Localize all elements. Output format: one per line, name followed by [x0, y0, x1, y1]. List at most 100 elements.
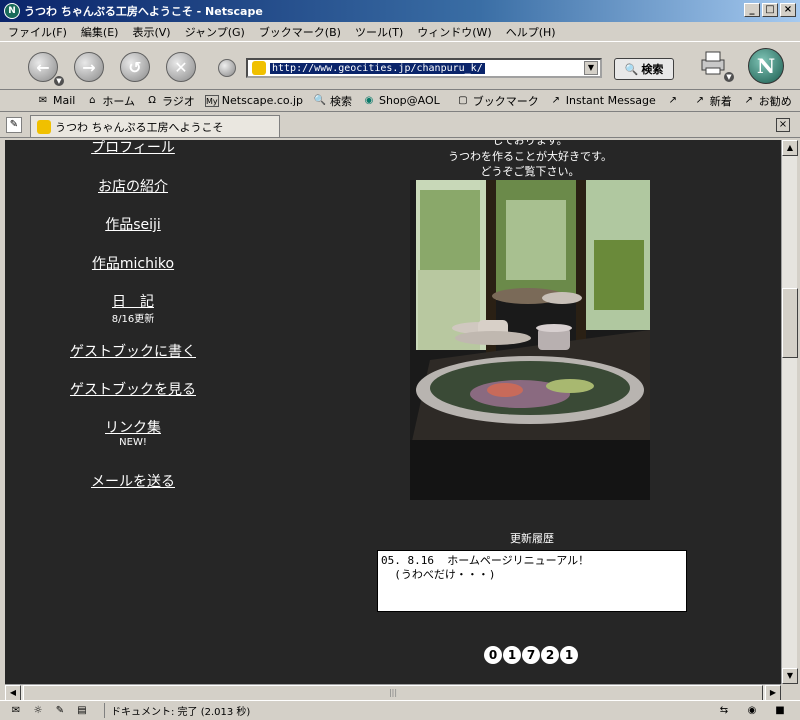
vertical-scrollbar[interactable]: ▲ ▼ — [781, 140, 798, 684]
link-icon: ↗ — [744, 94, 753, 106]
scroll-down-icon[interactable]: ▼ — [782, 668, 798, 684]
menu-edit[interactable]: 編集(E) — [81, 24, 119, 40]
bookmark-instant-message[interactable]: ↗ Instant Message — [549, 94, 656, 107]
nav-link-profile[interactable]: プロフィール — [5, 140, 261, 157]
bookmark-link[interactable]: ↗ — [666, 95, 683, 107]
status-bar: ✉ ☼ ✎ ▤ ドキュメント: 完了 (2.013 秒) ⇆ ◉ ■ — [0, 700, 800, 720]
menu-bookmarks[interactable]: ブックマーク(B) — [259, 24, 341, 40]
scroll-right-icon[interactable]: ▶ — [765, 685, 781, 701]
netscape-logo[interactable]: N — [748, 48, 784, 84]
menu-bar: ファイル(F) 編集(E) 表示(V) ジャンプ(G) ブックマーク(B) ツー… — [0, 22, 800, 42]
menu-window[interactable]: ウィンドウ(W) — [417, 24, 491, 40]
title-bar: N うつわ ちゃんぷる工房へようこそ - Netscape _ □ × — [0, 0, 800, 22]
counter-digit: 7 — [522, 646, 540, 664]
horizontal-scroll-thumb[interactable]: ||| — [23, 685, 763, 701]
url-dropdown-icon[interactable] — [218, 59, 236, 77]
url-text: http://www.geocities.jp/chanpuru_k/ — [270, 62, 485, 74]
horizontal-scrollbar[interactable]: ◀ ||| ▶ — [5, 684, 781, 701]
menu-file[interactable]: ファイル(F) — [8, 24, 67, 40]
visitor-counter: 0 1 7 2 1 — [484, 646, 578, 664]
link-icon: ↗ — [668, 94, 677, 106]
bookmark-search[interactable]: 🔍 検索 — [313, 93, 352, 109]
counter-digit: 2 — [541, 646, 559, 664]
close-tab-button[interactable]: × — [776, 118, 790, 132]
site-icon — [252, 61, 266, 75]
personal-toolbar: ✉ Mail ⌂ ホーム Ω ラジオ My Netscape.co.jp 🔍 検索 ◉ Sh… — [0, 90, 800, 112]
tab-title: うつわ ちゃんぷる工房へようこそ — [55, 120, 224, 134]
minimize-button[interactable]: _ — [744, 3, 760, 17]
url-history-dropdown[interactable]: ▼ — [584, 61, 598, 75]
new-tab-icon[interactable]: ✎ — [6, 117, 22, 133]
connection-icon: ⇆ — [719, 705, 729, 716]
mail-icon: ✉ — [38, 94, 48, 106]
bookmark-radio[interactable]: Ω ラジオ — [145, 93, 195, 109]
nav-link-guestbook-view[interactable]: ゲストブックを見る — [5, 379, 261, 399]
menu-help[interactable]: ヘルプ(H) — [506, 24, 556, 40]
nav-link-works-michiko[interactable]: 作品michiko — [5, 253, 261, 273]
page-content: プロフィール お店の紹介 作品seiji 作品michiko 日 記 8/16更… — [5, 140, 781, 684]
address-book-icon[interactable]: ▤ — [74, 704, 90, 718]
maximize-button[interactable]: □ — [762, 3, 778, 17]
close-window-button[interactable]: × — [780, 3, 796, 17]
menu-tools[interactable]: ツール(T) — [355, 24, 403, 40]
status-text: ドキュメント: 完了 (2.013 秒) — [104, 703, 250, 718]
intro-line-3: どうぞご覧下さい。 — [480, 165, 580, 178]
back-history-dropdown-icon[interactable]: ▼ — [54, 76, 64, 86]
nav-link-links[interactable]: リンク集 — [5, 417, 261, 437]
nav-link-shop[interactable]: お店の紹介 — [5, 176, 261, 196]
tab-bar: ✎ うつわ ちゃんぷる工房へようこそ × — [0, 113, 800, 138]
back-button[interactable]: ← — [28, 52, 58, 82]
search-button[interactable]: 🔍 検索 — [614, 58, 674, 80]
menu-view[interactable]: 表示(V) — [132, 24, 170, 40]
counter-digit: 1 — [503, 646, 521, 664]
reload-button[interactable]: ↺ — [120, 52, 150, 82]
scroll-up-icon[interactable]: ▲ — [782, 140, 798, 156]
diary-update-note: 8/16更新 — [111, 314, 155, 325]
search-icon: 🔍 — [313, 94, 327, 106]
nav-link-works-seiji[interactable]: 作品seiji — [5, 214, 261, 234]
print-icon[interactable]: ▼ — [698, 50, 734, 82]
composer-icon[interactable]: ✎ — [52, 704, 68, 718]
vertical-scroll-thumb[interactable] — [782, 288, 798, 358]
bookmark-folder[interactable]: ▢ ブックマーク — [456, 93, 539, 109]
my-netscape-icon: My — [204, 94, 219, 107]
headphones-icon: Ω — [148, 94, 156, 106]
window-title: うつわ ちゃんぷる工房へようこそ - Netscape — [24, 5, 263, 18]
home-icon: ⌂ — [89, 94, 96, 106]
shop-icon: ◉ — [364, 94, 374, 106]
site-icon — [37, 119, 51, 134]
counter-digit: 0 — [484, 646, 502, 664]
tab-current[interactable]: うつわ ちゃんぷる工房へようこそ — [30, 115, 280, 137]
bookmark-shop[interactable]: ◉ Shop@AOL — [362, 94, 440, 107]
bookmark-recommend[interactable]: ↗ お勧め — [742, 93, 792, 109]
links-new-badge: NEW! — [119, 437, 147, 448]
print-dropdown-icon[interactable]: ▼ — [724, 72, 734, 82]
folder-icon: ▢ — [458, 94, 468, 106]
url-field[interactable]: http://www.geocities.jp/chanpuru_k/ ▼ — [246, 58, 602, 78]
bookmark-new[interactable]: ↗ 新着 — [693, 93, 732, 109]
lock-icon: ■ — [775, 705, 785, 716]
menu-go[interactable]: ジャンプ(G) — [185, 24, 245, 40]
counter-digit: 1 — [560, 646, 578, 664]
scroll-left-icon[interactable]: ◀ — [5, 685, 21, 701]
aim-icon[interactable]: ☼ — [30, 704, 46, 718]
search-button-label: 検索 — [641, 63, 664, 76]
nav-link-mail[interactable]: メールを送る — [5, 471, 261, 491]
history-title: 更新履歴 — [510, 532, 554, 545]
nav-link-diary[interactable]: 日 記 — [5, 291, 261, 311]
bookmark-mail[interactable]: ✉ Mail — [36, 94, 76, 107]
link-icon: ↗ — [695, 94, 704, 106]
stop-button[interactable]: ✕ — [166, 52, 196, 82]
bookmark-home[interactable]: ⌂ ホーム — [85, 93, 135, 109]
intro-line-2: うつわを作ることが大好きです。 — [448, 150, 612, 163]
intro-line-1: しております。 — [492, 140, 568, 147]
forward-button[interactable]: → — [74, 52, 104, 82]
nav-link-guestbook-write[interactable]: ゲストブックに書く — [5, 341, 261, 361]
link-icon: ↗ — [551, 94, 560, 106]
window-controls: _ □ × — [744, 3, 796, 17]
update-history-box[interactable]: 05. 8.16 ホームページリニューアル！ (うわべだけ・・・) — [377, 550, 687, 612]
bookmark-netscape[interactable]: My Netscape.co.jp — [204, 94, 303, 107]
magnifier-icon: 🔍 — [624, 62, 639, 76]
security-icon: ◉ — [747, 705, 757, 716]
mail-icon[interactable]: ✉ — [8, 704, 24, 718]
